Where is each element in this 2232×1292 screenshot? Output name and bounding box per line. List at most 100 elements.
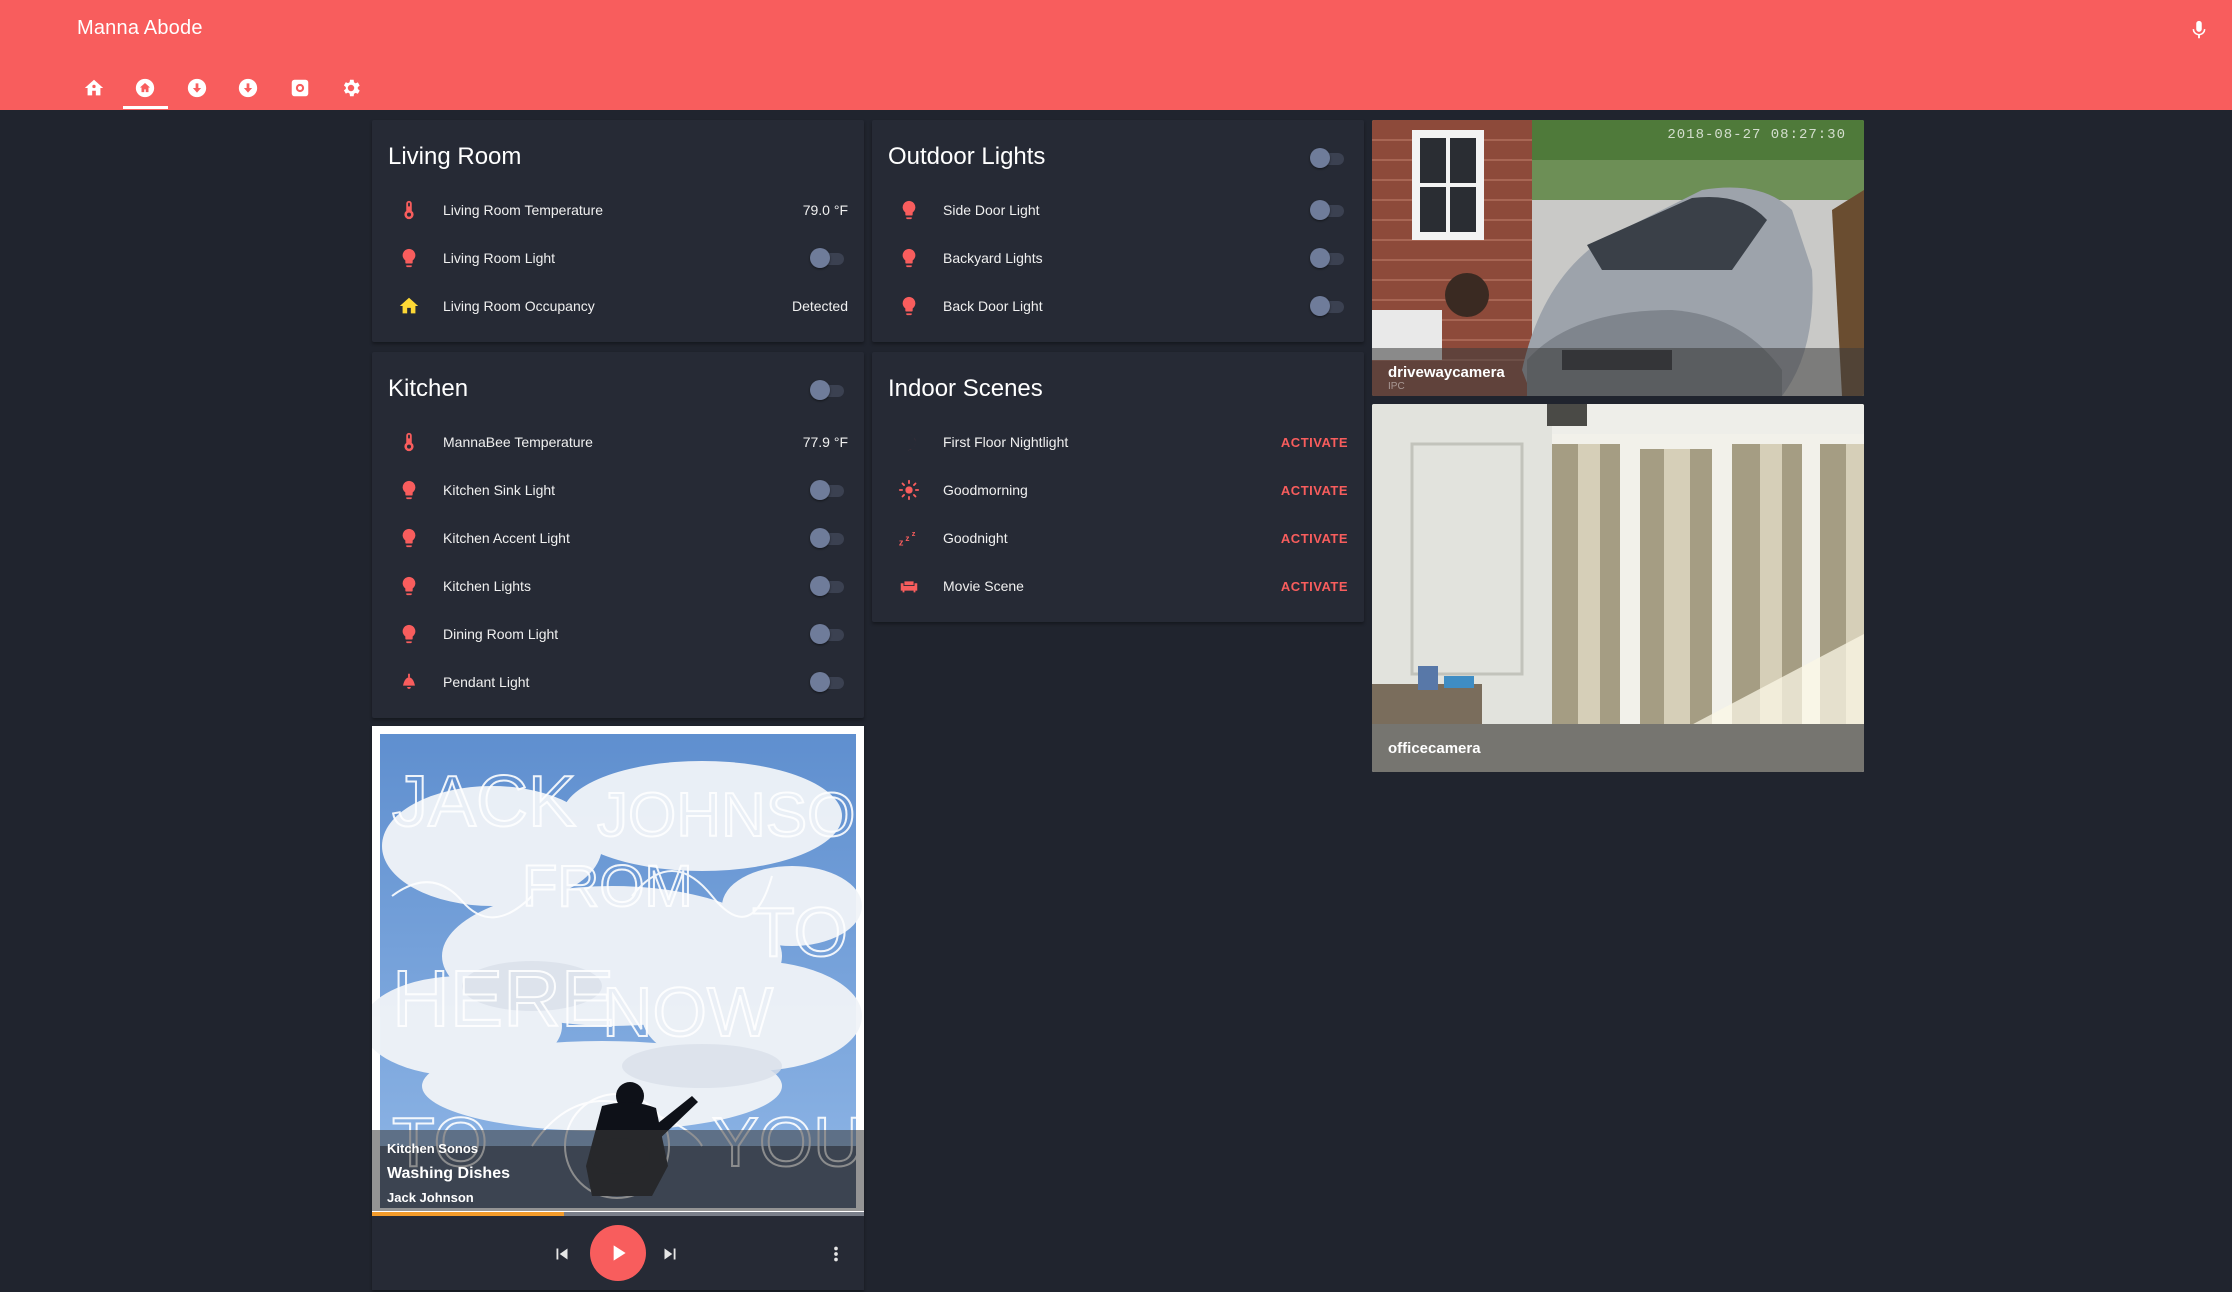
card-title: Outdoor Lights bbox=[888, 143, 1046, 170]
scene-name: Movie Scene bbox=[943, 578, 1024, 594]
toggle-switch[interactable] bbox=[810, 248, 848, 268]
activate-button[interactable]: ACTIVATE bbox=[1281, 579, 1348, 594]
tab-settings[interactable] bbox=[326, 70, 378, 110]
toggle-switch[interactable] bbox=[1310, 248, 1348, 268]
entity-row[interactable]: Kitchen Lights bbox=[372, 562, 864, 610]
entity-name: Living Room Occupancy bbox=[443, 298, 595, 314]
entity-row[interactable]: Backyard Lights bbox=[872, 234, 1364, 282]
entity-row[interactable]: Dining Room Light bbox=[372, 610, 864, 658]
entity-row[interactable]: Side Door Light bbox=[872, 186, 1364, 234]
album-text: NOW bbox=[602, 973, 773, 1051]
toggle-switch[interactable] bbox=[1310, 296, 1348, 316]
album-text: HERE bbox=[392, 954, 614, 1043]
entity-state: 79.0 °F bbox=[802, 202, 848, 218]
media-source: Kitchen Sonos bbox=[387, 1141, 479, 1156]
tab-house-group[interactable] bbox=[68, 70, 120, 110]
media-controls bbox=[372, 1216, 864, 1290]
album-text: JOHNSON bbox=[597, 781, 864, 850]
lightbulb-icon bbox=[394, 475, 424, 505]
microphone-icon[interactable] bbox=[2188, 18, 2210, 42]
toggle-switch[interactable] bbox=[810, 624, 848, 644]
entity-row[interactable]: Kitchen Sink Light bbox=[372, 466, 864, 514]
card-title: Indoor Scenes bbox=[888, 375, 1043, 402]
scene-row: Movie Scene ACTIVATE bbox=[872, 562, 1364, 610]
scene-name: First Floor Nightlight bbox=[943, 434, 1069, 450]
group-toggle-switch[interactable] bbox=[810, 380, 848, 400]
svg-text:z: z bbox=[905, 534, 909, 543]
tab-down-circle-1[interactable] bbox=[171, 70, 223, 110]
entity-name: Kitchen Sink Light bbox=[443, 482, 556, 498]
card-title: Kitchen bbox=[388, 375, 469, 402]
entity-state: 77.9 °F bbox=[802, 434, 848, 450]
entity-row[interactable]: Living Room Occupancy Detected bbox=[372, 282, 864, 330]
album-text: TO bbox=[752, 893, 848, 971]
toggle-switch[interactable] bbox=[810, 480, 848, 500]
sofa-icon bbox=[894, 571, 924, 601]
app-title: Manna Abode bbox=[77, 17, 203, 39]
entity-row[interactable]: Kitchen Accent Light bbox=[372, 514, 864, 562]
activate-button[interactable]: ACTIVATE bbox=[1281, 435, 1348, 450]
ceiling-light-icon bbox=[394, 667, 424, 697]
entity-name: Living Room Light bbox=[443, 250, 556, 266]
lightbulb-icon bbox=[894, 291, 924, 321]
media-title: Washing Dishes bbox=[387, 1165, 510, 1182]
entity-row[interactable]: Back Door Light bbox=[872, 282, 1364, 330]
tab-down-circle-2[interactable] bbox=[223, 70, 275, 110]
office-camera[interactable]: officecamera bbox=[1372, 404, 1864, 772]
toggle-switch[interactable] bbox=[810, 672, 848, 692]
camera-square-icon bbox=[291, 79, 308, 97]
camera-timestamp: 2018-08-27 08:27:30 bbox=[1667, 127, 1846, 143]
down-circle-icon bbox=[187, 78, 206, 98]
toggle-switch[interactable] bbox=[1310, 200, 1348, 220]
camera-name-text: drivewaycamera bbox=[1388, 364, 1505, 381]
entity-row[interactable]: Living Room Temperature 79.0 °F bbox=[372, 186, 864, 234]
scene-name: Goodnight bbox=[943, 530, 1008, 546]
lightbulb-icon bbox=[894, 195, 924, 225]
toggle-switch[interactable] bbox=[810, 528, 848, 548]
lightbulb-icon bbox=[394, 571, 424, 601]
lightbulb-icon bbox=[894, 243, 924, 273]
media-artist: Jack Johnson bbox=[387, 1190, 474, 1205]
album-text: FROM bbox=[522, 854, 693, 919]
thermometer-icon bbox=[394, 195, 424, 225]
entity-name: Pendant Light bbox=[443, 674, 530, 690]
lightbulb-icon bbox=[394, 523, 424, 553]
down-circle-icon bbox=[239, 78, 258, 98]
activate-button[interactable]: ACTIVATE bbox=[1281, 483, 1348, 498]
sleep-icon: zzz bbox=[894, 523, 924, 553]
house-group-icon bbox=[84, 79, 103, 96]
camera-name: officecamera bbox=[1372, 724, 1864, 772]
entity-name: MannaBee Temperature bbox=[443, 434, 593, 450]
camera-name: drivewaycamera IPC bbox=[1372, 348, 1864, 396]
thermometer-icon bbox=[394, 427, 424, 457]
outdoor-lights-card: Outdoor Lights Side Door Light Backyard … bbox=[872, 120, 1364, 342]
tab-camera[interactable] bbox=[274, 70, 326, 110]
scene-row: zzz Goodnight ACTIVATE bbox=[872, 514, 1364, 562]
kitchen-card: Kitchen MannaBee Temperature 77.9 °F Kit… bbox=[372, 352, 864, 718]
home-icon bbox=[136, 78, 155, 98]
entity-name: Kitchen Lights bbox=[443, 578, 531, 594]
gear-icon bbox=[344, 79, 360, 97]
previous-track-button[interactable] bbox=[550, 1242, 574, 1266]
activate-button[interactable]: ACTIVATE bbox=[1281, 531, 1348, 546]
driveway-camera[interactable]: 2018-08-27 08:27:30 drivewaycamera IPC bbox=[1372, 120, 1864, 396]
more-options-button[interactable] bbox=[824, 1242, 848, 1266]
lightbulb-icon bbox=[394, 243, 424, 273]
entity-name: Side Door Light bbox=[943, 202, 1040, 218]
entity-row[interactable]: MannaBee Temperature 77.9 °F bbox=[372, 418, 864, 466]
svg-text:z: z bbox=[899, 537, 904, 547]
play-button[interactable] bbox=[590, 1225, 646, 1281]
play-icon bbox=[613, 1245, 626, 1261]
more-vertical-icon bbox=[834, 1246, 838, 1262]
group-toggle-switch[interactable] bbox=[1310, 148, 1348, 168]
entity-row[interactable]: Pendant Light bbox=[372, 658, 864, 706]
entity-row[interactable]: Living Room Light bbox=[372, 234, 864, 282]
skip-next-icon bbox=[664, 1248, 676, 1260]
media-player-card: JACK JOHNSON FROM HERE NOW TO TO YOU Kit… bbox=[372, 726, 864, 1290]
entity-name: Backyard Lights bbox=[943, 250, 1043, 266]
next-track-button[interactable] bbox=[658, 1242, 682, 1266]
app-header: Manna Abode bbox=[0, 0, 2232, 110]
tab-home[interactable] bbox=[120, 70, 172, 110]
toggle-switch[interactable] bbox=[810, 576, 848, 596]
camera-watermark: IPC bbox=[1388, 381, 1405, 392]
